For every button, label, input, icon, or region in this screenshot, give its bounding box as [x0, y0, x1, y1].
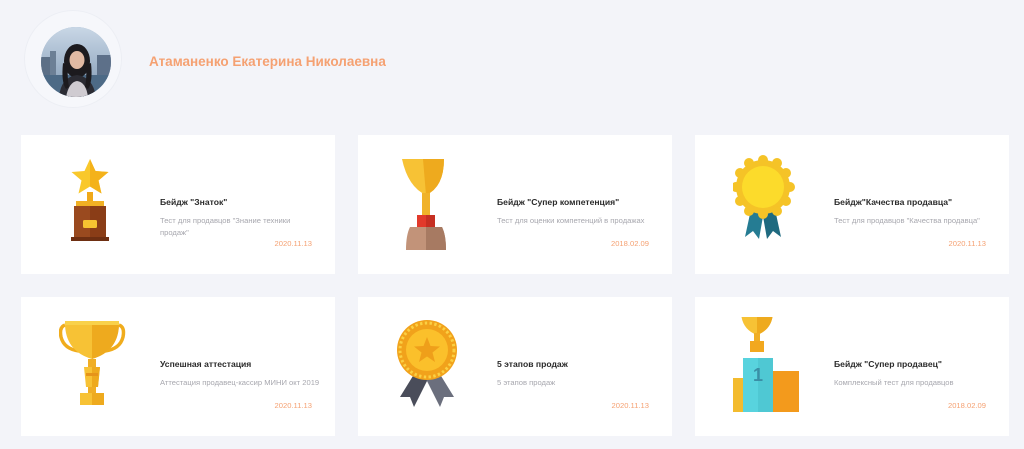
- badge-description: Тест для продавцов "Знание техники прода…: [160, 216, 291, 237]
- badge-card[interactable]: 1 Бейдж "Супер продавец" Комплексный тес…: [695, 297, 1009, 436]
- badge-date: 2020.11.13: [274, 239, 312, 248]
- avatar[interactable]: [41, 27, 111, 97]
- star-trophy-icon: [59, 155, 159, 255]
- badge-title: Бейдж"Качества продавца": [834, 197, 953, 207]
- badge-description: 5 этапов продаж: [497, 378, 556, 387]
- badge-title: Бейдж "Супер продавец": [834, 359, 942, 369]
- user-name: Атаманенко Екатерина Николаевна: [149, 54, 386, 69]
- badge-description: Комплексный тест для продавцов: [834, 378, 954, 387]
- badge-title: 5 этапов продаж: [497, 359, 568, 369]
- badge-date: 2020.11.13: [274, 401, 312, 410]
- rosette-medal-icon: [733, 155, 833, 255]
- cup-trophy-icon: [396, 155, 496, 255]
- badge-date: 2020.11.13: [611, 401, 649, 410]
- badge-title: Бейдж "Супер компетенция": [497, 197, 620, 207]
- badge-card[interactable]: Бейдж"Качества продавца" Тест для продав…: [695, 135, 1009, 274]
- badge-description: Аттестация продавец-кассир МИНИ окт 2019: [160, 378, 320, 387]
- badge-description: Тест для оценки компетенций в продажах: [497, 216, 645, 225]
- badge-title: Успешная аттестация: [160, 359, 252, 369]
- badge-date: 2020.11.13: [948, 239, 986, 248]
- svg-text:1: 1: [753, 365, 763, 385]
- badge-card[interactable]: Бейдж "Знаток" Тест для продавцов "Знани…: [21, 135, 335, 274]
- badge-description: Тест для продавцов "Качества продавца": [834, 216, 980, 225]
- badge-date: 2018.02.09: [947, 401, 986, 410]
- user-profile: Атаманенко Екатерина Николаевна: [24, 10, 624, 110]
- badge-card[interactable]: 5 этапов продаж 5 этапов продаж 2020.11.…: [358, 297, 672, 436]
- badge-title: Бейдж "Знаток": [160, 197, 228, 207]
- badge-card[interactable]: Успешная аттестация Аттестация продавец-…: [21, 297, 335, 436]
- star-medal-ribbon-icon: [396, 317, 496, 417]
- podium-trophy-icon: 1: [733, 317, 833, 417]
- avatar-ring: [24, 10, 122, 108]
- badge-date: 2018.02.09: [610, 239, 649, 248]
- handled-cup-icon: [59, 317, 159, 417]
- badge-grid: Бейдж "Знаток" Тест для продавцов "Знани…: [21, 135, 1009, 436]
- badge-card[interactable]: Бейдж "Супер компетенция" Тест для оценк…: [358, 135, 672, 274]
